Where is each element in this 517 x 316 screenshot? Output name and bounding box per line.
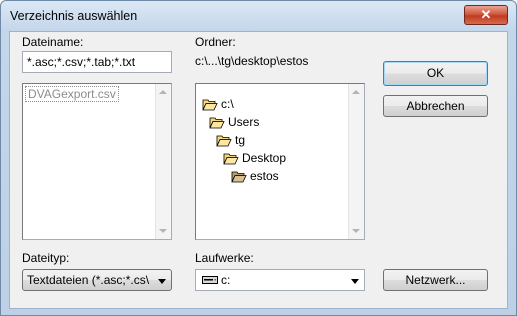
filename-input[interactable]: *.asc;*.csv;*.tab;*.txt <box>22 51 172 73</box>
folder-tree-scrollbar[interactable] <box>348 84 364 239</box>
window-title: Verzeichnis auswählen <box>10 9 138 23</box>
cancel-button[interactable]: Abbrechen <box>383 95 488 117</box>
scroll-down-icon[interactable] <box>352 229 360 233</box>
drives-label: Laufwerke: <box>195 251 254 265</box>
dialog-window: Verzeichnis auswählen ✕ Dateiname: *.asc… <box>0 0 517 316</box>
open-folder-icon <box>202 99 218 111</box>
chevron-down-icon <box>351 279 359 284</box>
dialog-body: Dateiname: *.asc;*.csv;*.tab;*.txt DVAGe… <box>9 31 508 309</box>
filetype-value: Textdateien (*.asc;*.cs\ <box>27 273 150 287</box>
open-folder-icon <box>209 117 225 129</box>
scroll-down-icon[interactable] <box>159 229 167 233</box>
drive-icon <box>202 276 218 284</box>
close-button[interactable]: ✕ <box>464 5 508 25</box>
open-folder-icon <box>216 135 232 147</box>
folder-item-users[interactable]: Users <box>209 114 259 130</box>
drive-select[interactable]: c: <box>195 269 365 291</box>
folder-item-tg[interactable]: tg <box>216 132 245 148</box>
ok-button[interactable]: OK <box>383 61 488 86</box>
filename-label: Dateiname: <box>22 35 84 49</box>
folder-label: Ordner: <box>195 35 236 49</box>
file-list[interactable]: DVAGexport.csv <box>22 83 172 240</box>
drive-value: c: <box>221 273 231 287</box>
close-icon: ✕ <box>480 7 492 22</box>
folder-tree[interactable]: c:\ Users tg Desktop estos <box>195 83 365 240</box>
file-list-scrollbar[interactable] <box>155 84 171 239</box>
list-item[interactable]: DVAGexport.csv <box>25 86 119 102</box>
filetype-select[interactable]: Textdateien (*.asc;*.cs\ <box>22 269 172 291</box>
title-bar[interactable]: Verzeichnis auswählen ✕ <box>1 1 516 31</box>
folder-item-c[interactable]: c:\ <box>202 96 234 112</box>
folder-path: c:\...\tg\desktop\estos <box>195 54 309 68</box>
filetype-label: Dateityp: <box>22 251 70 265</box>
scroll-up-icon[interactable] <box>352 90 360 94</box>
network-button[interactable]: Netzwerk... <box>383 269 488 291</box>
chevron-down-icon <box>158 279 166 284</box>
folder-item-estos[interactable]: estos <box>231 168 279 184</box>
scroll-up-icon[interactable] <box>159 90 167 94</box>
folder-item-desktop[interactable]: Desktop <box>223 150 286 166</box>
open-folder-icon <box>231 171 247 183</box>
open-folder-icon <box>223 153 239 165</box>
